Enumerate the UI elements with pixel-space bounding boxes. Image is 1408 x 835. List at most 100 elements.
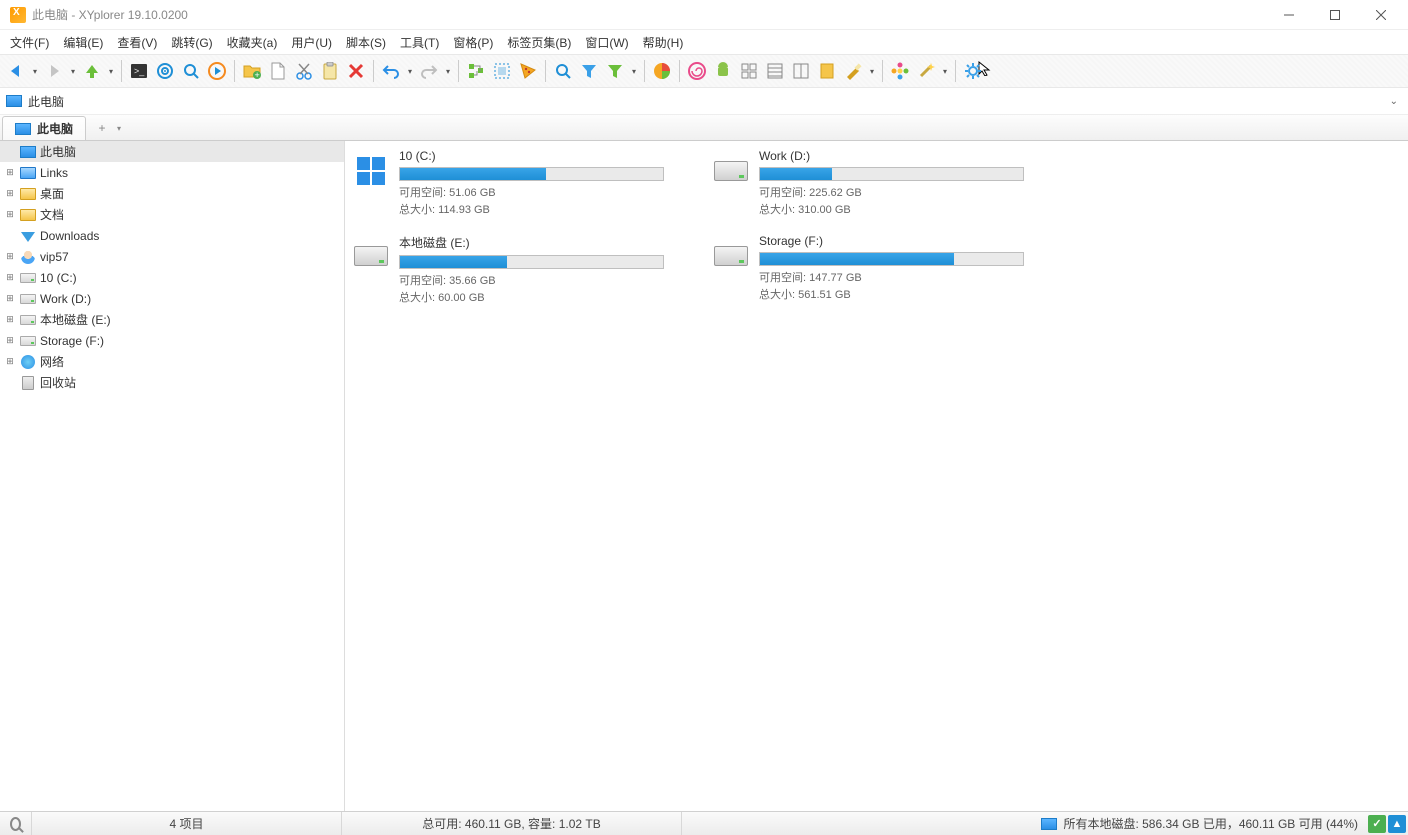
addressbar[interactable]: 此电脑 ⌄ — [0, 88, 1408, 115]
tree-item-3[interactable]: ⊞文档 — [0, 204, 344, 225]
up-dropdown[interactable]: ▾ — [106, 59, 116, 83]
back-dropdown[interactable]: ▾ — [30, 59, 40, 83]
delete-button[interactable] — [344, 59, 368, 83]
pie-icon[interactable] — [650, 59, 674, 83]
menu-10[interactable]: 窗口(W) — [579, 32, 634, 53]
list-icon[interactable] — [763, 59, 787, 83]
tree-item-9[interactable]: ⊞Storage (F:) — [0, 330, 344, 351]
filter-green-icon[interactable] — [603, 59, 627, 83]
menu-9[interactable]: 标签页集(B) — [501, 32, 577, 53]
brush-icon[interactable] — [841, 59, 865, 83]
tree-expander[interactable]: ⊞ — [4, 314, 16, 325]
grid-icon[interactable] — [737, 59, 761, 83]
menu-0[interactable]: 文件(F) — [4, 32, 55, 53]
play-icon[interactable] — [205, 59, 229, 83]
tree-item-5[interactable]: ⊞vip57 — [0, 246, 344, 267]
zoom-icon[interactable] — [179, 59, 203, 83]
tree-item-8[interactable]: ⊞本地磁盘 (E:) — [0, 309, 344, 330]
search-icon[interactable] — [551, 59, 575, 83]
menu-7[interactable]: 工具(T) — [394, 32, 445, 53]
menu-1[interactable]: 编辑(E) — [57, 32, 109, 53]
tree-expander[interactable]: ⊞ — [4, 272, 16, 283]
address-dropdown[interactable]: ⌄ — [1386, 96, 1402, 107]
up-button[interactable] — [80, 59, 104, 83]
forward-dropdown[interactable]: ▾ — [68, 59, 78, 83]
menu-4[interactable]: 收藏夹(a) — [221, 32, 284, 53]
minimize-button[interactable] — [1266, 0, 1312, 30]
content-panel[interactable]: 10 (C:)可用空间: 51.06 GB总大小: 114.93 GB Work … — [345, 141, 1408, 811]
tree-item-0[interactable]: 此电脑 — [0, 141, 344, 162]
brush-dropdown[interactable]: ▾ — [867, 59, 877, 83]
drive-tile-0[interactable]: 10 (C:)可用空间: 51.06 GB总大小: 114.93 GB — [353, 149, 683, 218]
status-ok-icon[interactable]: ✓ — [1368, 815, 1386, 833]
tree-expander[interactable]: ⊞ — [4, 209, 16, 220]
undo-button[interactable] — [379, 59, 403, 83]
tree-expander[interactable]: ⊞ — [4, 293, 16, 304]
tree-expander[interactable]: ⊞ — [4, 251, 16, 262]
app-icon — [10, 7, 26, 23]
redo-dropdown[interactable]: ▾ — [443, 59, 453, 83]
drive-free: 可用空间: 225.62 GB — [759, 185, 1043, 202]
tree-expander[interactable]: ⊞ — [4, 335, 16, 346]
panel-icon[interactable] — [815, 59, 839, 83]
close-button[interactable] — [1358, 0, 1404, 30]
tree-item-7[interactable]: ⊞Work (D:) — [0, 288, 344, 309]
dual-pane-icon[interactable] — [789, 59, 813, 83]
menu-5[interactable]: 用户(U) — [285, 32, 338, 53]
drive-free: 可用空间: 51.06 GB — [399, 185, 683, 202]
back-button[interactable] — [4, 59, 28, 83]
tree-item-4[interactable]: Downloads — [0, 225, 344, 246]
tree-panel[interactable]: 此电脑 ⊞ Links ⊞桌面⊞文档Downloads⊞vip57⊞10 (C:)⊞W… — [0, 141, 345, 811]
tree-item-1[interactable]: ⊞ Links — [0, 162, 344, 183]
menu-6[interactable]: 脚本(S) — [340, 32, 392, 53]
filter-dropdown[interactable]: ▾ — [629, 59, 639, 83]
tree-expander[interactable]: ⊞ — [4, 356, 16, 367]
select-icon[interactable] — [490, 59, 514, 83]
tree-icon[interactable] — [464, 59, 488, 83]
cut-button[interactable] — [292, 59, 316, 83]
maximize-button[interactable] — [1312, 0, 1358, 30]
tab-active[interactable]: 此电脑 — [2, 116, 86, 140]
monitor-icon — [1041, 818, 1057, 830]
forward-button[interactable] — [42, 59, 66, 83]
pizza-icon[interactable] — [516, 59, 540, 83]
tab-dropdown[interactable]: ▾ — [112, 118, 126, 138]
statusbar: 4 项目 总可用: 460.11 GB, 容量: 1.02 TB 所有本地磁盘:… — [0, 811, 1408, 835]
menu-11[interactable]: 帮助(H) — [637, 32, 690, 53]
wand-icon[interactable] — [914, 59, 938, 83]
drives-grid: 10 (C:)可用空间: 51.06 GB总大小: 114.93 GB Work … — [353, 149, 1400, 306]
undo-dropdown[interactable]: ▾ — [405, 59, 415, 83]
tree-item-11[interactable]: 回收站 — [0, 372, 344, 393]
hdd-icon — [354, 246, 388, 266]
swirl-icon[interactable] — [685, 59, 709, 83]
filter-icon[interactable] — [577, 59, 601, 83]
drive-tile-3[interactable]: Storage (F:)可用空间: 147.77 GB总大小: 561.51 G… — [713, 234, 1043, 306]
menu-8[interactable]: 窗格(P) — [447, 32, 499, 53]
tree-item-label: Links — [40, 166, 68, 180]
drive-total: 总大小: 310.00 GB — [759, 202, 1043, 219]
terminal-button[interactable]: >_ — [127, 59, 151, 83]
wand-dropdown[interactable]: ▾ — [940, 59, 950, 83]
tree-expander[interactable]: ⊞ — [4, 167, 16, 178]
newfile-button[interactable] — [266, 59, 290, 83]
gear-icon[interactable] — [961, 59, 985, 83]
tree-item-2[interactable]: ⊞桌面 — [0, 183, 344, 204]
drive-tile-2[interactable]: 本地磁盘 (E:)可用空间: 35.66 GB总大小: 60.00 GB — [353, 234, 683, 306]
status-search-button[interactable] — [0, 812, 32, 835]
tab-icon — [15, 123, 31, 135]
tree-expander[interactable]: ⊞ — [4, 188, 16, 199]
drive-tile-1[interactable]: Work (D:)可用空间: 225.62 GB总大小: 310.00 GB — [713, 149, 1043, 218]
menu-2[interactable]: 查看(V) — [111, 32, 163, 53]
tree-item-icon — [20, 334, 36, 348]
flower-icon[interactable] — [888, 59, 912, 83]
newfolder-button[interactable]: + — [240, 59, 264, 83]
redo-button[interactable] — [417, 59, 441, 83]
tree-item-6[interactable]: ⊞10 (C:) — [0, 267, 344, 288]
android-icon[interactable] — [711, 59, 735, 83]
status-up-icon[interactable]: ▲ — [1388, 815, 1406, 833]
tab-add-button[interactable]: + — [92, 118, 112, 138]
tree-item-10[interactable]: ⊞网络 — [0, 351, 344, 372]
paste-button[interactable] — [318, 59, 342, 83]
menu-3[interactable]: 跳转(G) — [165, 32, 218, 53]
target-icon[interactable] — [153, 59, 177, 83]
